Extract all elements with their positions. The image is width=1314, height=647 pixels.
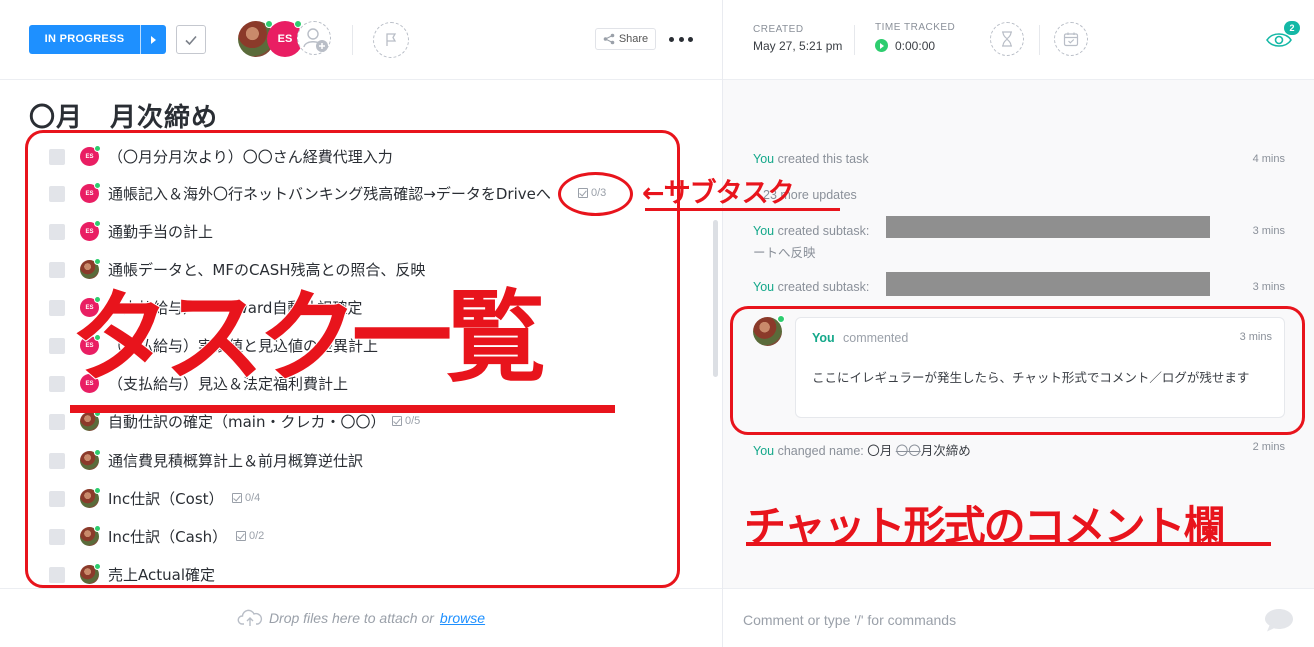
- time-tracked-label: TIME TRACKED: [875, 22, 956, 33]
- activity-text: created this task: [777, 152, 869, 166]
- complete-check-button[interactable]: [176, 25, 206, 54]
- share-button[interactable]: Share: [595, 28, 656, 50]
- task-title[interactable]: 〇月 月次締め: [29, 97, 218, 134]
- status-next-arrow-icon[interactable]: [140, 25, 166, 54]
- hourglass-icon: [1002, 31, 1012, 47]
- redacted-block: [886, 272, 1210, 296]
- activity-user[interactable]: You: [753, 152, 774, 166]
- task-toolbar: IN PROGRESS ES Share: [0, 0, 722, 80]
- watchers-count-badge: 2: [1284, 21, 1300, 35]
- add-user-icon: [303, 28, 328, 52]
- file-dropzone[interactable]: Drop files here to attach or browse: [0, 588, 722, 647]
- activity-subtask-line2: ートへ反映: [753, 246, 816, 260]
- activity-text: changed name:: [777, 444, 864, 458]
- activity-user[interactable]: You: [753, 444, 774, 458]
- activity-header: CREATED May 27, 5:21 pm TIME TRACKED 0:0…: [723, 0, 1314, 80]
- time-tracked-value[interactable]: 0:00:00: [895, 39, 935, 53]
- share-label: Share: [618, 33, 649, 45]
- task-list-annotation-underline: [70, 405, 615, 413]
- play-timer-icon[interactable]: [875, 39, 888, 52]
- activity-text: created subtask:: [777, 224, 870, 238]
- dropzone-text: Drop files here to attach or: [268, 610, 434, 626]
- activity-created-subtask: You created subtask:: [753, 280, 869, 294]
- activity-time: 3 mins: [1252, 225, 1285, 237]
- chat-annotation-underline: [746, 542, 1271, 546]
- subtask-annotation-label: ←サブタスク: [642, 178, 795, 209]
- calendar-icon: [1063, 32, 1079, 47]
- assignee-initials: ES: [277, 33, 293, 45]
- comment-highlight-box: [730, 306, 1305, 435]
- due-date-button[interactable]: [1054, 22, 1088, 56]
- header-divider: [854, 25, 855, 55]
- priority-flag-button[interactable]: [373, 22, 409, 58]
- created-value: May 27, 5:21 pm: [753, 39, 843, 53]
- toolbar-divider: [352, 25, 353, 55]
- status-label[interactable]: IN PROGRESS: [29, 25, 140, 54]
- activity-changed-name: You changed name: 〇月 〇〇月次締め: [753, 440, 971, 459]
- old-name-part: 〇〇: [895, 444, 921, 458]
- new-name-part: 〇月: [867, 444, 893, 458]
- comment-input-bar: [723, 588, 1314, 647]
- checkmark-icon: [185, 35, 197, 45]
- activity-user[interactable]: You: [753, 224, 774, 238]
- header-divider: [1039, 25, 1040, 55]
- activity-created-subtask: You created subtask:: [753, 224, 869, 238]
- share-icon: [603, 33, 615, 45]
- activity-created-task: You created this task: [753, 152, 869, 166]
- comment-input[interactable]: [743, 609, 1243, 631]
- name-rest: 月次締め: [920, 444, 971, 458]
- time-estimate-button[interactable]: [990, 22, 1024, 56]
- activity-user[interactable]: You: [753, 280, 774, 294]
- activity-text: created subtask:: [777, 280, 870, 294]
- subtask-highlight-circle: [558, 172, 633, 216]
- status-button[interactable]: IN PROGRESS: [29, 25, 166, 54]
- redacted-block: [886, 216, 1210, 238]
- more-options-icon[interactable]: [669, 28, 693, 50]
- chat-bubble-icon[interactable]: [1263, 607, 1295, 633]
- flag-icon: [386, 33, 397, 46]
- subtask-annotation-underline: [645, 208, 840, 211]
- task-list-scrollbar[interactable]: [713, 220, 718, 377]
- task-list-annotation-label: タスク一覧: [69, 278, 547, 397]
- created-label: CREATED: [753, 24, 804, 35]
- browse-link[interactable]: browse: [440, 610, 485, 626]
- add-assignee-button[interactable]: [297, 21, 331, 55]
- activity-time: 4 mins: [1252, 153, 1285, 165]
- activity-time: 2 mins: [1252, 441, 1285, 453]
- watchers-button[interactable]: 2: [1265, 21, 1300, 51]
- activity-time: 3 mins: [1252, 281, 1285, 293]
- cloud-upload-icon: [237, 609, 262, 626]
